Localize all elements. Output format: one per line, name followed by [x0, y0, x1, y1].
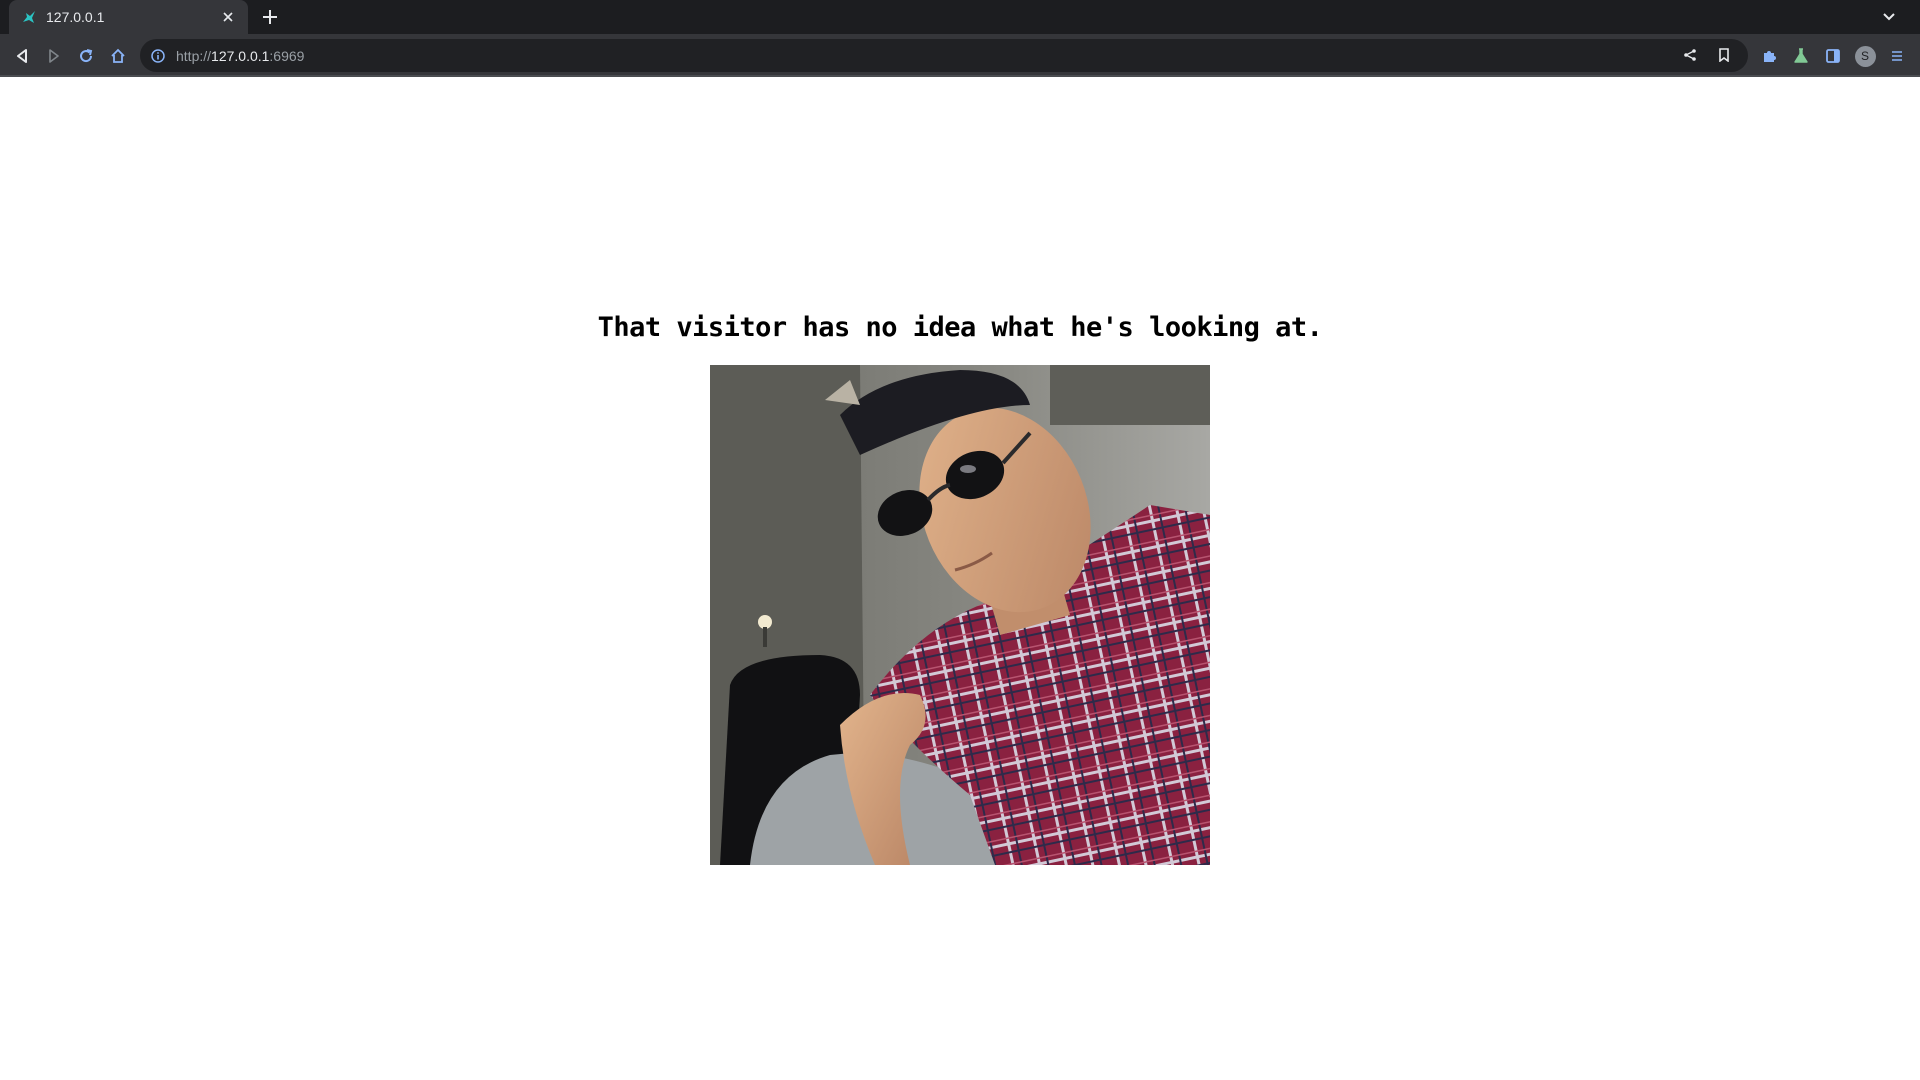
flask-icon[interactable] [1787, 42, 1815, 70]
chevron-down-icon [1883, 13, 1895, 21]
bird-favicon-icon [20, 8, 38, 26]
home-button[interactable] [104, 42, 132, 70]
page-headline: That visitor has no idea what he's looki… [597, 312, 1323, 343]
tab-active[interactable]: 127.0.0.1 [9, 0, 248, 34]
puzzle-icon[interactable] [1755, 42, 1783, 70]
avatar: S [1854, 45, 1876, 67]
new-tab-button[interactable] [258, 5, 282, 29]
back-arrow-icon [17, 49, 27, 63]
tab-search-button[interactable] [1878, 6, 1900, 28]
url-host: 127.0.0.1 [211, 47, 270, 64]
plus-icon [263, 10, 277, 24]
url-text: http://127.0.0.1:6969 [176, 48, 304, 64]
back-button[interactable] [8, 42, 36, 70]
tab-strip: 127.0.0.1 [0, 0, 1920, 34]
portrait-photo [710, 365, 1210, 865]
tab-title: 127.0.0.1 [46, 9, 105, 25]
share-icon[interactable] [1678, 43, 1702, 67]
info-icon[interactable] [150, 48, 166, 64]
page-content: That visitor has no idea what he's looki… [0, 77, 1920, 1080]
close-icon[interactable] [218, 7, 238, 27]
address-bar[interactable]: http://127.0.0.1:6969 [140, 39, 1748, 72]
bookmark-icon[interactable] [1712, 43, 1736, 67]
omnibox-actions [1678, 43, 1736, 67]
toolbar: http://127.0.0.1:6969 S [0, 34, 1920, 77]
reload-icon [80, 49, 93, 63]
menu-icon[interactable] [1883, 42, 1911, 70]
reload-button[interactable] [72, 42, 100, 70]
home-icon [111, 48, 125, 63]
url-scheme: http:// [176, 47, 212, 64]
forward-arrow-icon [49, 49, 59, 63]
browser-chrome: 127.0.0.1 http://127.0.0.1:6969 S [0, 0, 1920, 77]
side-panel-icon[interactable] [1819, 42, 1847, 70]
forward-button[interactable] [40, 42, 68, 70]
profile-button[interactable]: S [1851, 42, 1879, 70]
url-port: :6969 [269, 47, 305, 64]
